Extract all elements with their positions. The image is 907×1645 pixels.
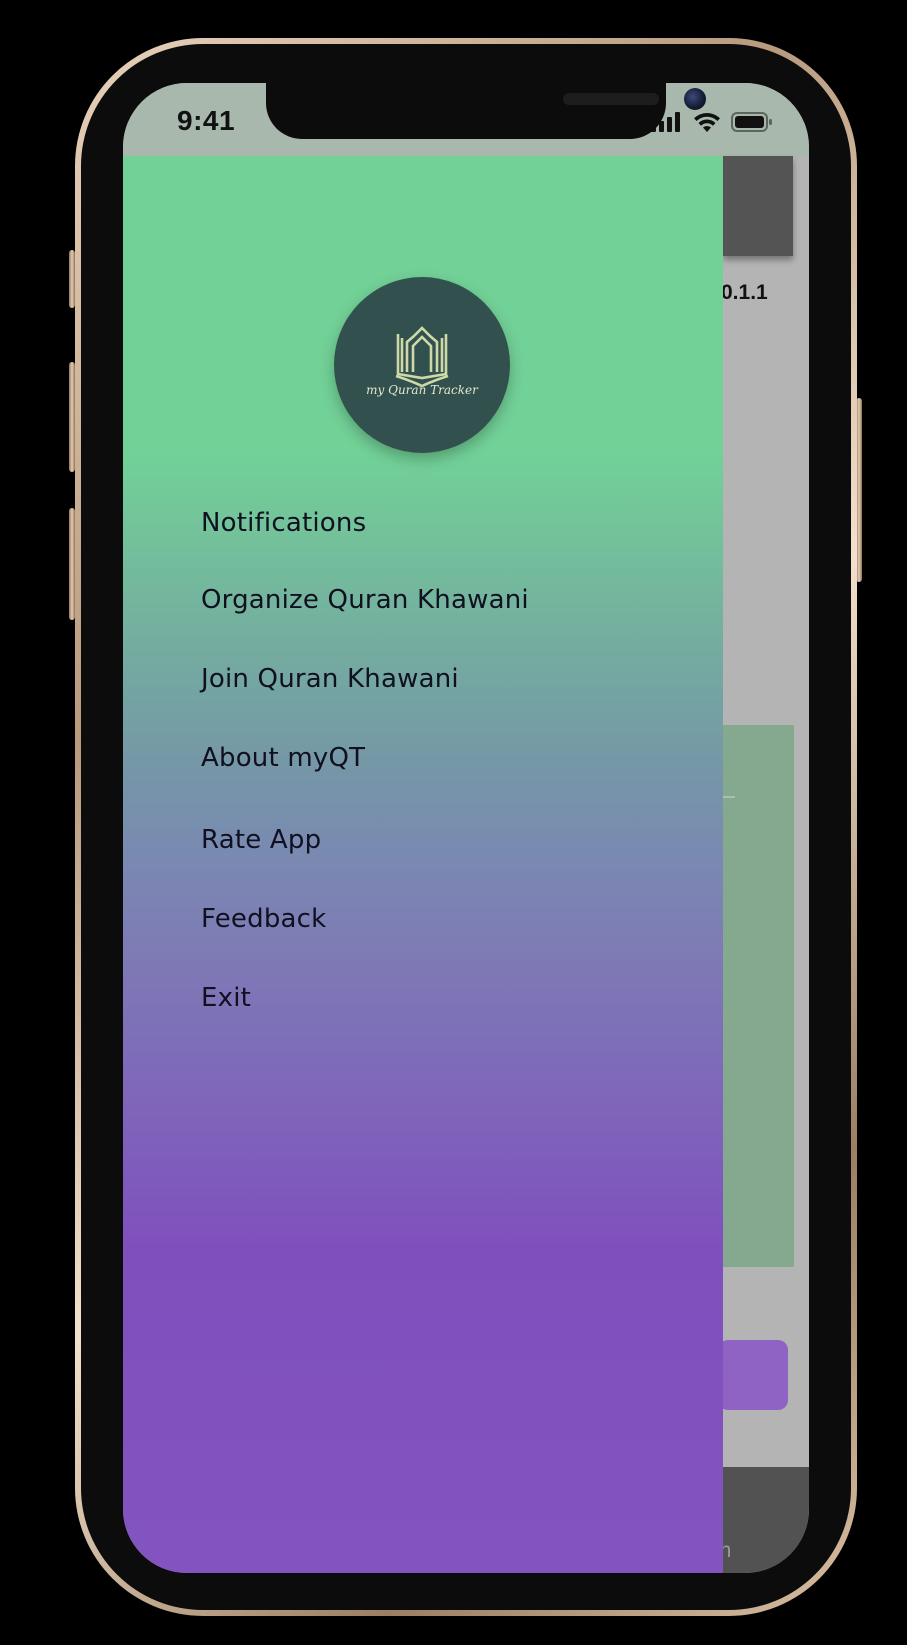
menu-item-feedback[interactable]: Feedback [201,904,326,934]
background-version-text: 0.1.1 [721,281,768,304]
menu-item-join-quran-khawani[interactable]: Join Quran Khawani [201,664,459,694]
phone-notch [266,83,706,139]
page: 0.1.1 on 9:41 [0,0,907,1645]
front-camera [684,88,706,110]
quran-tracker-logo-icon: my Quran Tracker [366,326,479,397]
wifi-icon [693,111,721,138]
speaker-grille [563,93,659,105]
background-card [723,725,794,1267]
background-app-bar [723,156,793,256]
menu-item-notifications[interactable]: Notifications [201,508,366,538]
phone-screen: 0.1.1 on 9:41 [123,83,809,1573]
status-icons [651,111,773,138]
status-time: 9:41 [177,105,236,136]
menu-item-rate-app[interactable]: Rate App [201,825,321,855]
background-card-divider [723,796,735,798]
svg-text:my Quran Tracker: my Quran Tracker [366,383,479,397]
menu-item-about-myqt[interactable]: About myQT [201,743,365,773]
battery-icon [731,111,773,138]
menu-item-organize-quran-khawani[interactable]: Organize Quran Khawani [201,585,529,615]
navigation-drawer: my Quran Tracker Notifications Organize … [123,156,723,1573]
background-action-button[interactable] [718,1340,788,1410]
background-bottom-bar [723,1467,809,1573]
app-logo: my Quran Tracker [334,277,510,453]
menu-item-exit[interactable]: Exit [201,983,251,1013]
